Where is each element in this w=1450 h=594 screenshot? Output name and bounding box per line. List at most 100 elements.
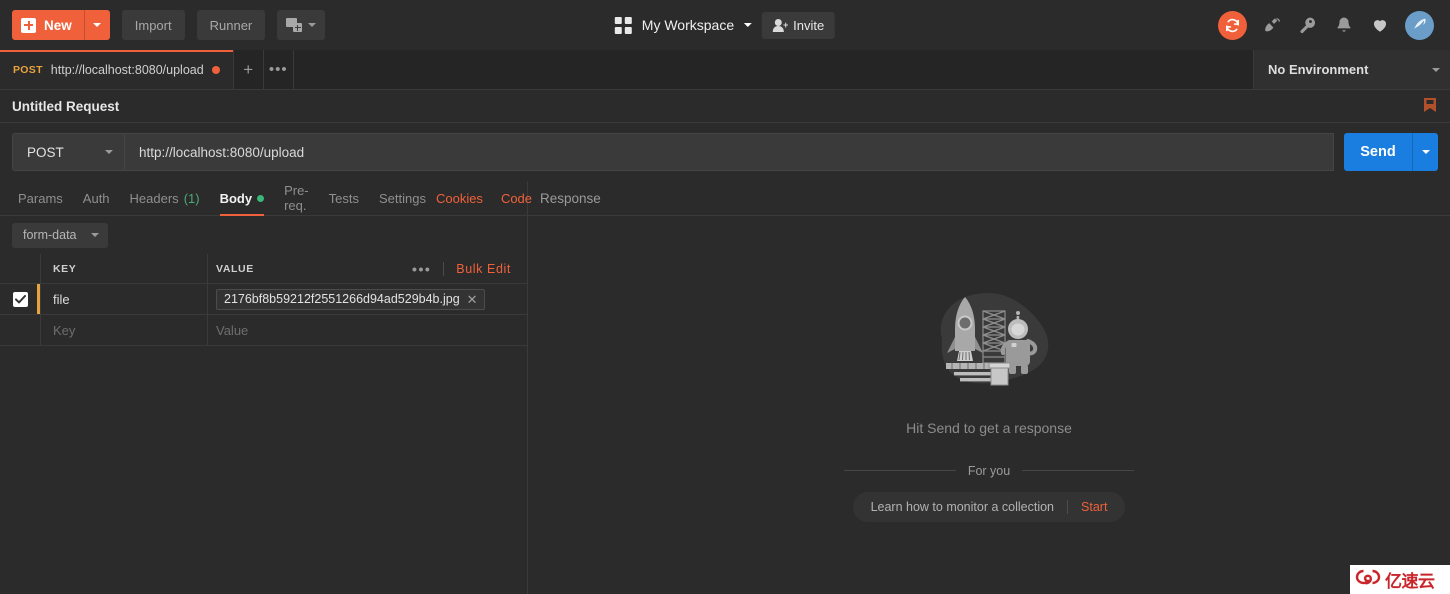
url-bar: POST http://localhost:8080/upload Send <box>0 123 1450 181</box>
tab-pre-request-label: Pre-req. <box>284 183 309 213</box>
chevron-down-icon <box>744 23 753 27</box>
new-button[interactable]: New <box>12 10 110 40</box>
plus-icon <box>21 17 36 33</box>
add-tab-button[interactable]: + <box>234 50 264 89</box>
remove-file-icon[interactable]: ✕ <box>467 293 478 306</box>
promo-text: Learn how to monitor a collection <box>870 499 1055 514</box>
new-button-main[interactable]: New <box>12 10 84 40</box>
environment-name: No Environment <box>1268 62 1369 77</box>
row-value-input[interactable]: Value <box>208 315 527 345</box>
request-tab[interactable]: POST http://localhost:8080/upload <box>0 50 234 89</box>
import-button[interactable]: Import <box>121 10 185 40</box>
response-header: Response <box>528 181 1450 216</box>
table-row[interactable]: Key Value <box>0 315 527 346</box>
row-checkbox-cell[interactable] <box>0 284 41 314</box>
http-method-value: POST <box>27 144 64 160</box>
runner-button[interactable]: Runner <box>196 10 266 40</box>
tab-body[interactable]: Body <box>210 181 275 216</box>
request-section-tabs: Params Auth Headers (1) Body Pre-req. Te… <box>0 181 532 216</box>
sync-icon[interactable] <box>1218 10 1247 40</box>
header-key: KEY <box>41 254 208 283</box>
file-chip[interactable]: 2176bf8b59212f2551266d94ad529b4b.jpg ✕ <box>216 288 485 310</box>
table-row[interactable]: file 2176bf8b59212f2551266d94ad529b4b.jp… <box>0 284 527 315</box>
file-name: 2176bf8b59212f2551266d94ad529b4b.jpg <box>224 292 460 306</box>
request-tab-name: http://localhost:8080/upload <box>50 62 204 77</box>
workspace-selector[interactable]: My Workspace + Invite <box>614 11 836 39</box>
body-type-row: form-data <box>0 216 527 254</box>
page-title: Untitled Request <box>12 98 120 114</box>
tab-tests[interactable]: Tests <box>319 181 369 216</box>
request-tab-method: POST <box>13 63 43 76</box>
tab-auth-label: Auth <box>82 190 110 206</box>
new-window-button[interactable] <box>277 10 326 40</box>
request-editor-pane: Params Auth Headers (1) Body Pre-req. Te… <box>0 181 532 594</box>
workspace-name: My Workspace <box>641 17 735 33</box>
import-button-label: Import <box>134 17 172 33</box>
row-key-input[interactable]: file <box>41 284 208 314</box>
heart-icon[interactable] <box>1369 14 1391 36</box>
grid-icon <box>614 16 632 34</box>
tab-auth[interactable]: Auth <box>73 181 120 216</box>
request-title-row: Untitled Request <box>0 90 1450 123</box>
wrench-icon[interactable] <box>1297 14 1319 36</box>
tab-params-label: Params <box>18 190 63 206</box>
url-input-value: http://localhost:8080/upload <box>139 144 305 160</box>
satellite-icon[interactable] <box>1261 14 1283 36</box>
response-title: Response <box>540 190 601 206</box>
chevron-down-icon <box>90 233 99 237</box>
for-you-section: For you Learn how to monitor a collectio… <box>844 463 1135 522</box>
body-type-select[interactable]: form-data <box>12 222 108 248</box>
send-button-group: Send <box>1344 133 1438 171</box>
url-input[interactable]: http://localhost:8080/upload <box>124 133 1334 171</box>
top-toolbar: New Import Runner My Workspace + Invite <box>0 0 1450 50</box>
main-split: Params Auth Headers (1) Body Pre-req. Te… <box>0 181 1450 594</box>
tab-headers-label: Headers <box>129 190 179 206</box>
tab-settings-label: Settings <box>378 190 426 206</box>
save-request-icon[interactable] <box>1420 98 1440 120</box>
bulk-edit-button[interactable]: Bulk Edit <box>443 261 521 276</box>
table-options-button[interactable]: ••• <box>400 261 443 277</box>
header-value: VALUE <box>216 262 254 275</box>
tab-settings[interactable]: Settings <box>369 181 436 216</box>
tab-pre-request[interactable]: Pre-req. <box>274 181 319 216</box>
row-checkbox-cell[interactable] <box>0 315 41 345</box>
row-value-cell[interactable]: 2176bf8b59212f2551266d94ad529b4b.jpg ✕ <box>208 284 527 314</box>
tab-options-button[interactable]: ••• <box>264 50 294 89</box>
new-button-dropdown[interactable] <box>83 10 110 40</box>
send-button[interactable]: Send <box>1344 133 1412 171</box>
new-button-label: New <box>44 17 72 33</box>
bell-icon[interactable] <box>1333 14 1355 36</box>
tab-params[interactable]: Params <box>8 181 73 216</box>
row-key-input[interactable]: Key <box>41 315 208 345</box>
cookies-link[interactable]: Cookies <box>436 191 483 206</box>
for-you-label: For you <box>967 463 1011 478</box>
watermark-text: 亿速云 <box>1385 572 1435 592</box>
http-method-select[interactable]: POST <box>12 133 124 171</box>
invite-button[interactable]: + Invite <box>762 11 836 39</box>
divider-right <box>1022 470 1135 471</box>
tab-body-label: Body <box>219 190 253 206</box>
send-options-button[interactable] <box>1412 133 1438 171</box>
new-window-plus-icon <box>286 18 303 32</box>
table-header-row: KEY VALUE ••• Bulk Edit <box>0 254 527 284</box>
avatar[interactable] <box>1405 10 1434 40</box>
row-checkbox[interactable] <box>12 291 28 307</box>
chevron-down-icon <box>1421 150 1430 154</box>
response-empty-hint: Hit Send to get a response <box>906 419 1072 436</box>
top-right-icons <box>1218 10 1438 40</box>
body-filled-indicator-icon <box>257 194 265 202</box>
promo-banner[interactable]: Learn how to monitor a collection Start <box>852 491 1126 522</box>
environment-selector[interactable]: No Environment <box>1253 50 1450 89</box>
header-value-cell: VALUE ••• Bulk Edit <box>208 254 527 283</box>
unsaved-indicator-icon <box>211 65 220 74</box>
rocket-launchpad-astronaut-illustration <box>928 283 1050 406</box>
person-add-icon: + <box>773 18 788 32</box>
chevron-down-icon <box>308 23 317 27</box>
invite-button-label: Invite <box>793 17 825 33</box>
chevron-down-icon <box>93 23 102 27</box>
tab-headers[interactable]: Headers (1) <box>120 181 210 216</box>
response-pane: Response Hit Send to get a response For … <box>528 181 1450 594</box>
chevron-down-icon <box>105 150 113 154</box>
promo-start-button[interactable]: Start <box>1067 499 1123 514</box>
postman-app-window: New Import Runner My Workspace + Invite … <box>0 0 1450 594</box>
